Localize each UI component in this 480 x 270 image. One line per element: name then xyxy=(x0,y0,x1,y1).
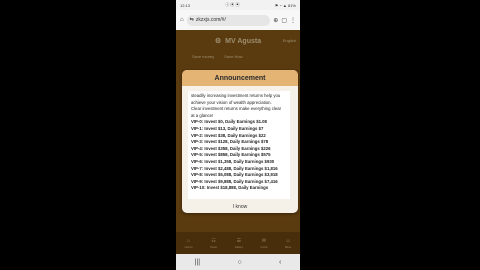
home-icon[interactable]: ⌂ xyxy=(180,17,184,23)
vip-line: VIP-7: Invest $2,488, Daily Earnings $1,… xyxy=(191,165,278,171)
site-settings-icon[interactable]: ⇆ xyxy=(190,17,194,23)
dialog-footer: I know xyxy=(182,201,298,213)
status-right-icons: ⚑ ◔ ▲ 81% xyxy=(274,2,296,8)
i-know-button[interactable]: I know xyxy=(233,204,247,210)
announcement-content[interactable]: steadily increasing investment returns h… xyxy=(188,91,290,199)
dialog-header: Announcement xyxy=(182,70,298,86)
announcement-dialog: Announcement steadily increasing investm… xyxy=(182,70,298,213)
address-bar[interactable]: ⇆ zkzxjs.com/#/ xyxy=(186,14,271,26)
vip-line: VIP-6: Invest $1,358, Daily Earnings $93… xyxy=(191,158,275,164)
status-time: 12:13 xyxy=(180,2,191,8)
vip-line: VIP-4: Invest $358, Daily Earnings $226 xyxy=(191,145,271,151)
vip-line: VIP-1: Invest $13, Daily Earnings $7 xyxy=(191,125,264,131)
new-tab-icon[interactable]: ⊕ xyxy=(273,17,278,24)
intro-line: achieve your vision of wealth appreciati… xyxy=(191,99,272,105)
vip-line: VIP-0: Invest $0, Daily Earnings $1.08 xyxy=(191,119,267,125)
recent-apps-button[interactable]: ||| xyxy=(195,259,200,266)
back-button[interactable]: ‹ xyxy=(279,259,281,266)
intro-line: at a glance! xyxy=(191,112,214,118)
vip-line: VIP-8: Invest $5,088, Daily Earnings $3,… xyxy=(191,172,278,178)
tabs-icon[interactable]: ▢ xyxy=(281,17,287,24)
system-nav-bar: ||| ○ ‹ xyxy=(176,254,300,270)
vip-line: VIP-3: Invest $128, Daily Earnings $78 xyxy=(191,139,269,145)
vip-line: VIP-5: Invest $858, Daily Earnings $575 xyxy=(191,152,271,158)
url-text: zkzxjs.com/#/ xyxy=(195,17,226,23)
vip-line: VIP-9: Invest $9,888, Daily Earnings $7,… xyxy=(191,178,278,184)
status-left-icons: ⓘ ▣ ▣ xyxy=(225,2,240,7)
status-bar: 12:13 ⓘ ▣ ▣ ⚑ ◔ ▲ 81% xyxy=(176,0,300,10)
menu-icon[interactable]: ⋮ xyxy=(290,17,296,24)
intro-line: steadily increasing investment returns h… xyxy=(191,93,281,98)
vip-line: VIP-2: Invest $38, Daily Earnings $22 xyxy=(191,132,266,138)
browser-toolbar: ⌂ ⇆ zkzxjs.com/#/ ⊕ ▢ ⋮ xyxy=(176,10,300,30)
vip-line: VIP-10: Invest $18,888, Daily Earnings xyxy=(191,185,269,191)
home-button[interactable]: ○ xyxy=(237,259,241,266)
intro-line: Clear investment returns make everything… xyxy=(191,106,282,112)
dialog-title: Announcement xyxy=(214,74,266,82)
